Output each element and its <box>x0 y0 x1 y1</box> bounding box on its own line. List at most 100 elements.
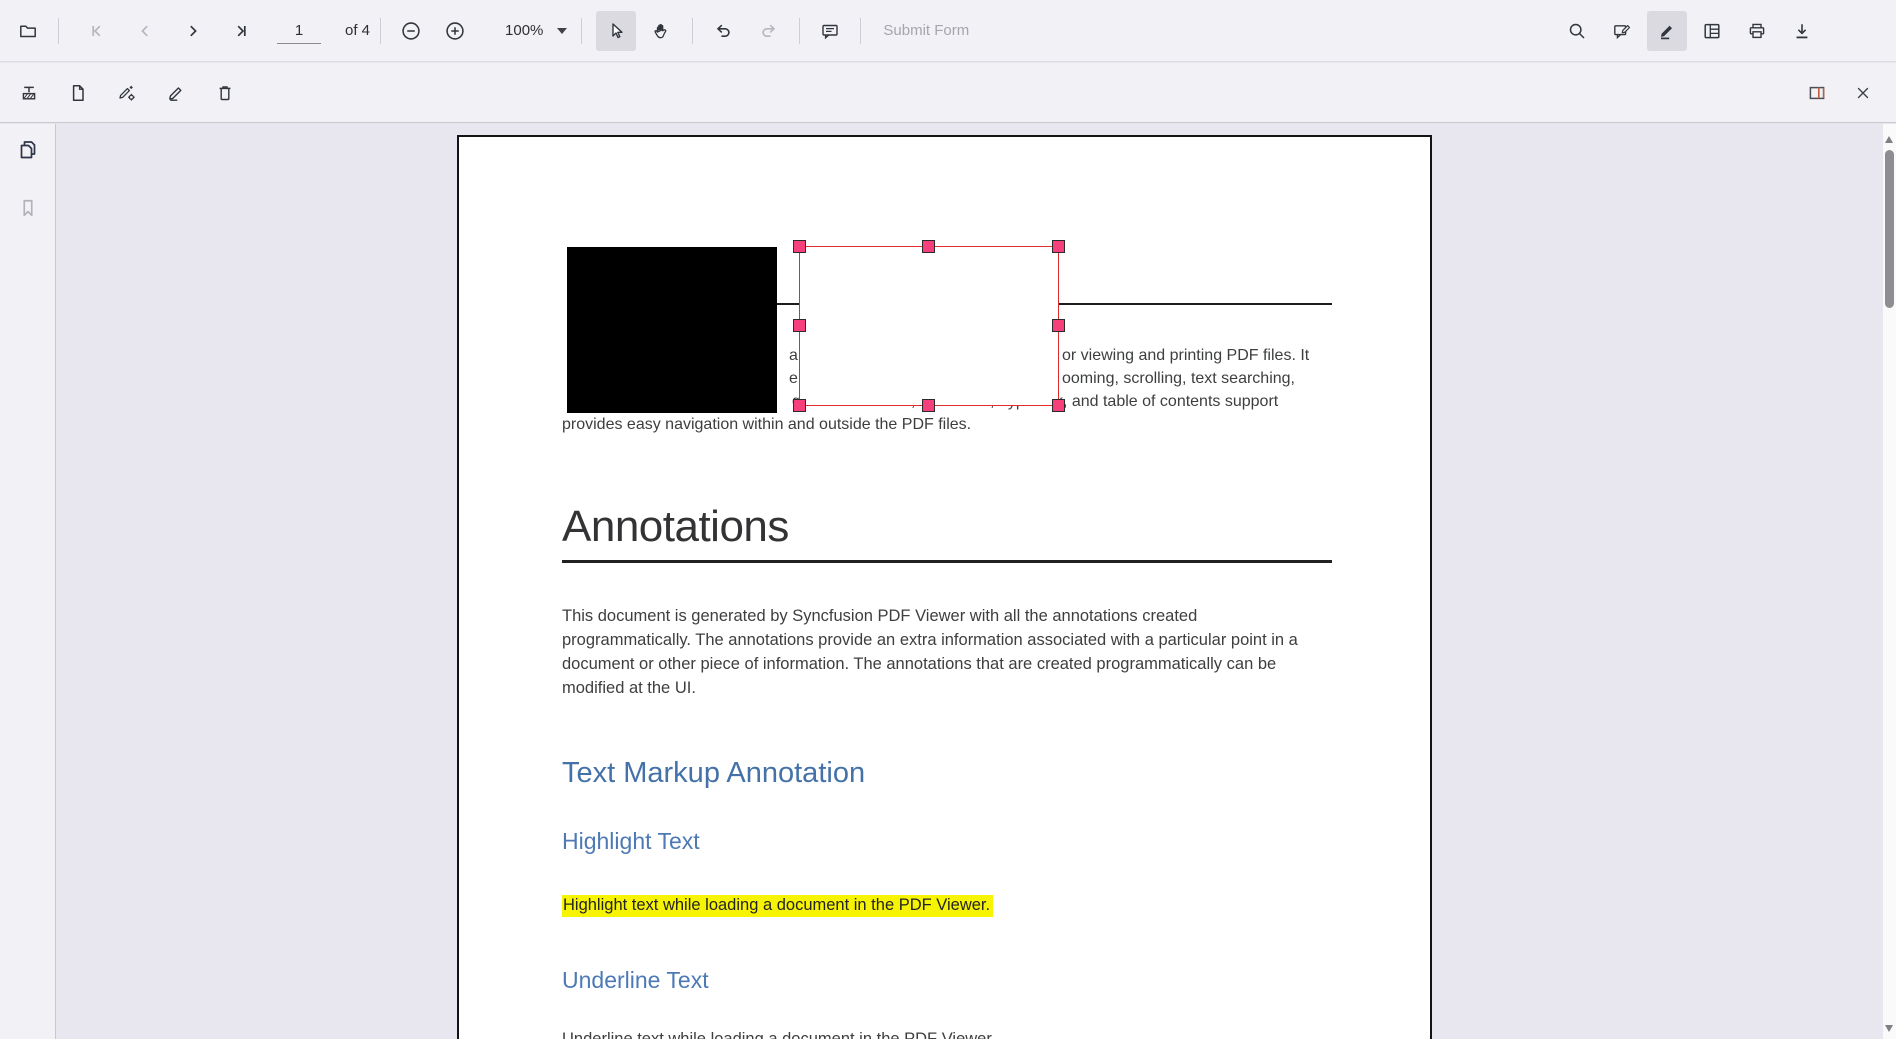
search-button[interactable] <box>1557 11 1597 51</box>
intro-line1-fragment-right: or viewing and printing PDF files. It <box>1062 347 1309 365</box>
comment-panel-toggle-button[interactable] <box>1798 74 1836 112</box>
redact-page-button[interactable] <box>59 74 97 112</box>
trash-icon <box>215 83 235 103</box>
resize-handle-bottom-right[interactable] <box>1052 399 1065 412</box>
pdf-viewer-app: of 4 100% <box>0 0 1896 1039</box>
first-page-icon <box>87 21 107 41</box>
underline-sample-text-clipped: Underline text while loading a document … <box>562 1030 996 1039</box>
divider <box>58 18 59 44</box>
zoom-in-button[interactable] <box>435 11 475 51</box>
text-markup-annotation-heading: Text Markup Annotation <box>562 757 865 790</box>
resize-handle-middle-right[interactable] <box>1052 319 1065 332</box>
pen-icon <box>1657 21 1677 41</box>
resize-handle-bottom-left[interactable] <box>793 399 806 412</box>
bookmarks-button[interactable] <box>8 190 48 230</box>
comment-edit-icon <box>1612 21 1632 41</box>
highlight-text-subheading: Highlight Text <box>562 828 700 855</box>
bookmark-icon <box>17 197 39 224</box>
delete-annotation-button[interactable] <box>206 74 244 112</box>
redo-button[interactable] <box>749 11 789 51</box>
annotations-paragraph-line: programmatically. The annotations provid… <box>562 631 1298 650</box>
document-viewport[interactable]: a or viewing and printing PDF files. It … <box>57 124 1883 1039</box>
page-count-label: of 4 <box>345 22 370 39</box>
grid-table-icon <box>1702 21 1722 41</box>
black-redaction-rectangle[interactable] <box>567 247 777 413</box>
cursor-icon <box>606 21 626 41</box>
open-file-button[interactable] <box>8 11 48 51</box>
zoom-level-dropdown[interactable]: 100% <box>505 22 567 39</box>
resize-handle-bottom-middle[interactable] <box>922 399 935 412</box>
underline-text-subheading: Underline Text <box>562 967 709 994</box>
pencil-icon <box>166 83 186 103</box>
resize-handle-top-middle[interactable] <box>922 240 935 253</box>
scroll-up-arrow-icon[interactable] <box>1885 136 1893 143</box>
print-button[interactable] <box>1737 11 1777 51</box>
last-page-button[interactable] <box>219 11 263 51</box>
annotations-paragraph-line: document or other piece of information. … <box>562 655 1276 674</box>
zoom-out-icon <box>400 20 422 42</box>
page-icon <box>68 83 88 103</box>
annotation-settings-button[interactable] <box>108 74 146 112</box>
divider <box>380 18 381 44</box>
intro-line2-fragment-right: ooming, scrolling, text searching, <box>1062 370 1295 388</box>
submit-form-button[interactable]: Submit Form <box>883 22 969 39</box>
annotation-toolbar <box>0 63 1896 123</box>
comment-edit-button[interactable] <box>1602 11 1642 51</box>
chevron-left-icon <box>135 21 155 41</box>
close-toolbar-button[interactable] <box>1844 74 1882 112</box>
edit-annotation-button[interactable] <box>157 74 195 112</box>
selection-tool-button[interactable] <box>596 11 636 51</box>
next-page-button[interactable] <box>171 11 215 51</box>
first-page-button[interactable] <box>75 11 119 51</box>
resize-handle-top-left[interactable] <box>793 240 806 253</box>
resize-handle-middle-left[interactable] <box>793 319 806 332</box>
redact-text-icon <box>19 83 39 103</box>
vertical-scrollbar[interactable] <box>1883 124 1896 1039</box>
last-page-icon <box>231 21 251 41</box>
previous-page-button[interactable] <box>123 11 167 51</box>
panel-split-icon <box>1807 83 1827 103</box>
scrollbar-thumb[interactable] <box>1885 150 1894 308</box>
zoom-out-button[interactable] <box>391 11 431 51</box>
organize-pages-button[interactable] <box>1692 11 1732 51</box>
search-icon <box>1567 21 1587 41</box>
folder-icon <box>18 21 38 41</box>
comment-button[interactable] <box>810 11 850 51</box>
download-button[interactable] <box>1782 11 1822 51</box>
thumbnails-icon <box>16 138 40 167</box>
main-toolbar: of 4 100% <box>0 0 1896 62</box>
redo-icon <box>759 21 779 41</box>
annotations-heading: Annotations <box>562 502 789 552</box>
annotations-paragraph-line: modified at the UI. <box>562 679 696 698</box>
divider <box>860 18 861 44</box>
resize-handle-top-right[interactable] <box>1052 240 1065 253</box>
divider <box>581 18 582 44</box>
pen-gear-icon <box>117 83 137 103</box>
download-icon <box>1792 21 1812 41</box>
page-thumbnails-button[interactable] <box>8 132 48 172</box>
selected-rectangle-annotation[interactable] <box>799 246 1059 406</box>
undo-button[interactable] <box>703 11 743 51</box>
divider <box>692 18 693 44</box>
close-icon <box>1854 84 1872 102</box>
zoom-in-icon <box>444 20 466 42</box>
hand-icon <box>652 21 672 41</box>
redact-text-button[interactable] <box>10 74 48 112</box>
pan-tool-button[interactable] <box>642 11 682 51</box>
zoom-level-value: 100% <box>505 22 543 39</box>
chevron-down-icon <box>557 28 567 34</box>
pdf-page: a or viewing and printing PDF files. It … <box>457 135 1432 1039</box>
comment-note-icon <box>820 21 840 41</box>
annotations-paragraph-line: This document is generated by Syncfusion… <box>562 607 1197 626</box>
page-number-input[interactable] <box>277 18 321 44</box>
divider <box>799 18 800 44</box>
page-navigation <box>75 11 263 51</box>
intro-line2-fragment-left: e <box>789 370 798 388</box>
annotation-pen-button[interactable] <box>1647 11 1687 51</box>
printer-icon <box>1747 21 1767 41</box>
annotations-heading-rule <box>562 560 1332 563</box>
intro-line1-fragment-left: a <box>789 347 798 365</box>
intro-line4: provides easy navigation within and outs… <box>562 416 971 434</box>
highlighted-sample-text: Highlight text while loading a document … <box>562 895 993 917</box>
scroll-down-arrow-icon[interactable] <box>1885 1025 1893 1032</box>
